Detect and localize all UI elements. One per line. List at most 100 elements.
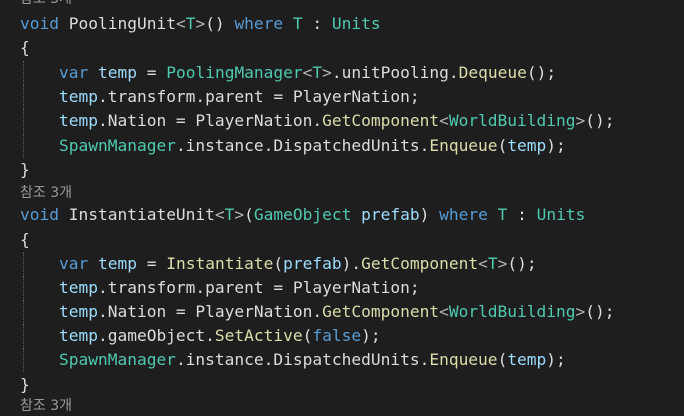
indent-guide (23, 61, 24, 85)
method-token: Enqueue (429, 136, 498, 155)
punctuation-token: (); (585, 302, 615, 321)
variable-token: temp (58, 302, 98, 321)
keyword-token: void (20, 205, 59, 224)
punctuation-token (20, 63, 59, 82)
parameter-token: prefab (361, 205, 420, 224)
keyword-token: var (58, 63, 89, 82)
indent-guide (23, 324, 24, 348)
punctuation-token: { (20, 38, 30, 57)
variable-token: temp (507, 136, 547, 155)
identifier-token: PoolingUnit (68, 14, 176, 33)
punctuation-token: : (507, 205, 537, 224)
punctuation-token: ); (361, 326, 381, 345)
method-token: GetComponent (322, 111, 440, 130)
operator-token: > (497, 254, 508, 273)
punctuation-token: (); (507, 254, 537, 273)
type-token: Units (331, 14, 381, 33)
codelens-references-top[interactable]: 참조 3개 (20, 0, 72, 9)
method-token: GetComponent (361, 254, 479, 273)
punctuation-token (20, 326, 59, 345)
punctuation-token (429, 205, 439, 224)
operator-token: > (575, 111, 586, 130)
operator-token: < (302, 63, 313, 82)
identifier-token: .instance.DispatchedUnits. (175, 350, 430, 369)
indent-guide (23, 276, 24, 300)
parameter-token: prefab (283, 254, 342, 273)
type-token: T (185, 14, 196, 33)
punctuation-token (351, 205, 361, 224)
punctuation-token (20, 350, 59, 369)
variable-token: temp (58, 111, 98, 130)
code-line-7: } (20, 158, 684, 182)
method-token: SetActive (214, 326, 303, 345)
code-line-6: SpawnManager.instance.DispatchedUnits.En… (20, 134, 684, 158)
operator-token: > (195, 14, 206, 33)
keyword-token: where (439, 205, 488, 224)
method-token: Instantiate (166, 254, 274, 273)
type-token: PoolingManager (166, 63, 303, 82)
code-line-11: temp.transform.parent = PlayerNation; (20, 276, 684, 300)
punctuation-token (88, 63, 98, 82)
variable-token: temp (97, 63, 137, 82)
punctuation-token: } (20, 375, 30, 394)
identifier-token: .unitPooling. (331, 63, 459, 82)
operator-token: > (322, 63, 332, 82)
code-line-15: } (20, 373, 684, 397)
operator-token: > (234, 205, 245, 224)
operator-token: < (439, 302, 449, 321)
type-token: T (224, 205, 235, 224)
punctuation-token: ( (273, 254, 284, 273)
punctuation-token: ( (302, 326, 313, 345)
indent-guide (23, 134, 24, 158)
operator-token: > (575, 302, 586, 321)
type-token: T (497, 205, 508, 224)
code-line-2: { (20, 36, 684, 60)
code-editor[interactable]: 참조 3개 void PoolingUnit<T>() where T : Un… (0, 0, 684, 414)
punctuation-token (20, 254, 59, 273)
punctuation-token: (); (526, 63, 557, 82)
punctuation-token (20, 278, 59, 297)
code-line-13: temp.gameObject.SetActive(false); (20, 324, 684, 348)
punctuation-token: ); (546, 136, 566, 155)
keyword-token: var (58, 254, 89, 273)
punctuation-token (88, 254, 98, 273)
type-token: T (487, 254, 498, 273)
keyword-token: false (312, 326, 362, 345)
indent-guide (23, 109, 24, 133)
code-line-12: temp.Nation = PlayerNation.GetComponent<… (20, 300, 684, 324)
punctuation-token: ( (497, 136, 508, 155)
indent-guide (23, 252, 24, 276)
punctuation-token: = (136, 254, 167, 273)
variable-token: temp (58, 326, 98, 345)
punctuation-token: { (20, 230, 30, 249)
code-line-8: void InstantiateUnit<T>(GameObject prefa… (20, 203, 684, 227)
punctuation-token: ) (419, 205, 430, 224)
operator-token: < (478, 254, 488, 273)
variable-token: temp (58, 87, 98, 106)
identifier-token: .gameObject. (97, 326, 215, 345)
indent-guide (23, 348, 24, 372)
type-token: WorldBuilding (448, 111, 576, 130)
code-line-10: var temp = Instantiate(prefab).GetCompon… (20, 252, 684, 276)
code-line-1: void PoolingUnit<T>() where T : Units (20, 12, 684, 36)
identifier-token: .Nation = PlayerNation. (97, 111, 323, 130)
method-token: Enqueue (429, 350, 498, 369)
type-token: GameObject (253, 205, 352, 224)
variable-token: temp (507, 350, 547, 369)
punctuation-token: } (20, 160, 30, 179)
code-line-9: { (20, 228, 684, 252)
operator-token: < (175, 14, 186, 33)
codelens-references[interactable]: 참조 3개 (20, 184, 72, 203)
punctuation-token: : (302, 14, 332, 33)
code-line-4: temp.transform.parent = PlayerNation; (20, 85, 684, 109)
identifier-token: .transform.parent = PlayerNation; (97, 87, 420, 106)
type-token: Units (536, 205, 586, 224)
punctuation-token (488, 205, 498, 224)
operator-token: < (439, 111, 449, 130)
code-line-3: var temp = PoolingManager<T>.unitPooling… (20, 61, 684, 85)
punctuation-token: ). (341, 254, 362, 273)
type-token: T (312, 63, 323, 82)
type-token: T (292, 14, 303, 33)
method-token: GetComponent (322, 302, 440, 321)
punctuation-token (20, 302, 59, 321)
